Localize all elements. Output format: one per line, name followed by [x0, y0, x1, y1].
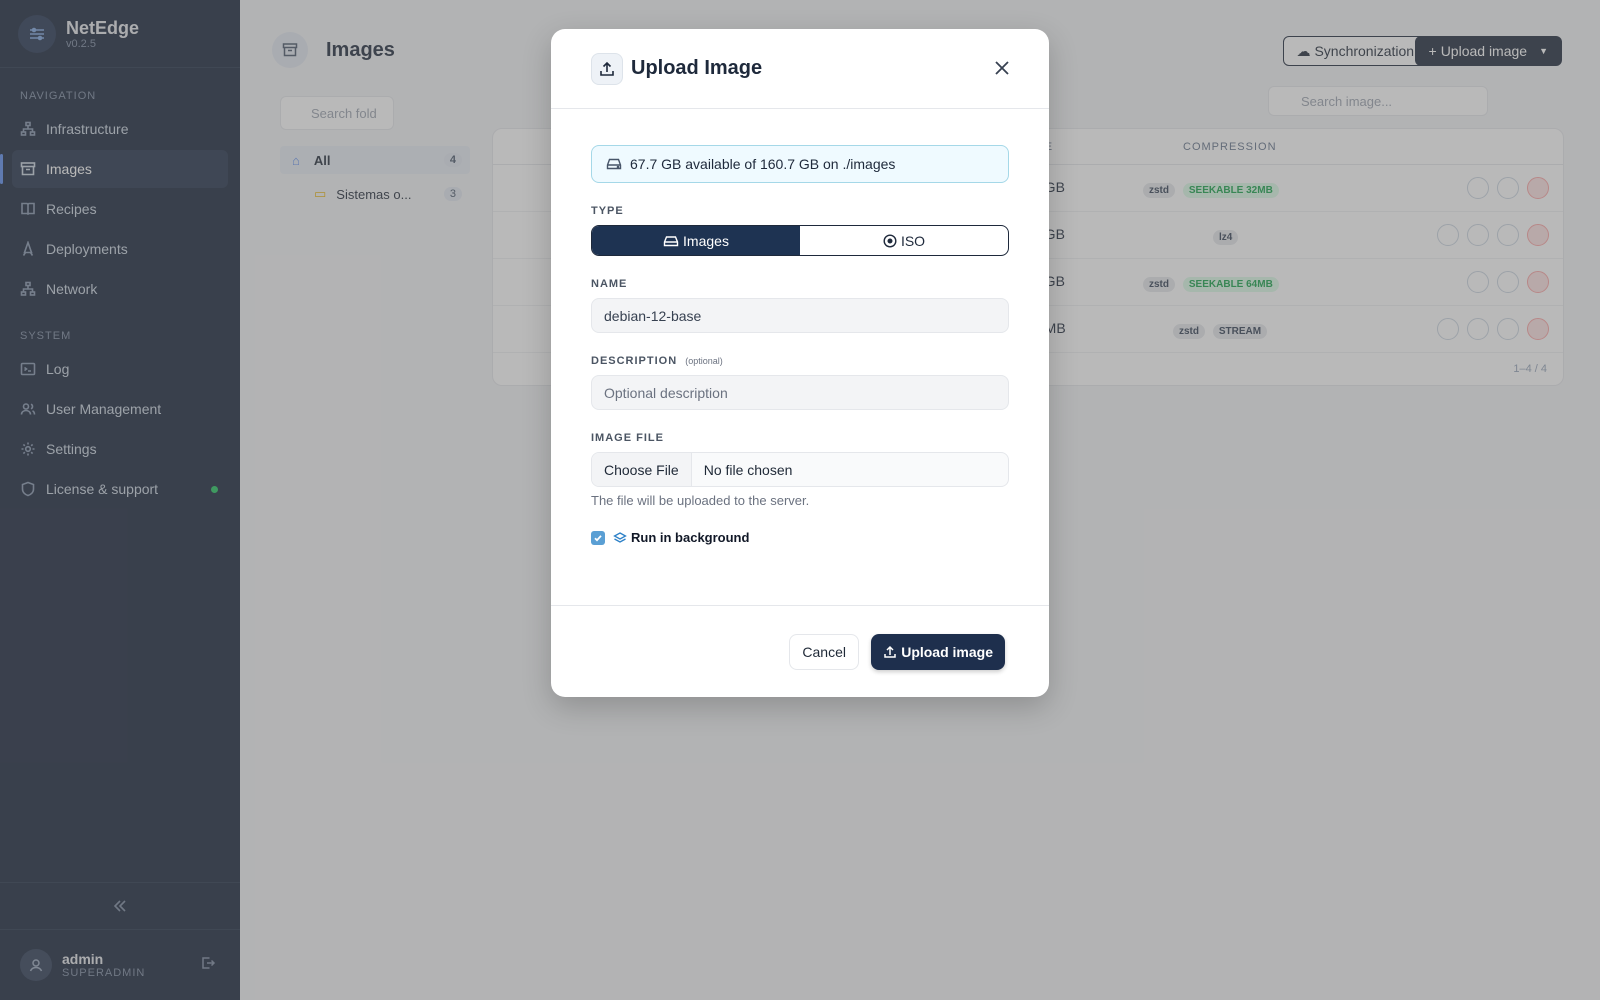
choose-file-button[interactable]: Choose File [592, 453, 692, 486]
type-segmented-control: Images ISO [591, 225, 1009, 256]
cancel-button[interactable]: Cancel [789, 634, 859, 670]
name-label: NAME [591, 278, 628, 290]
optional-note: (optional) [685, 356, 723, 366]
type-label: TYPE [591, 205, 624, 217]
description-label-text: DESCRIPTION [591, 355, 678, 367]
submit-upload-button[interactable]: Upload image [871, 634, 1005, 670]
run-in-background-checkbox[interactable] [591, 530, 605, 545]
disc-icon [883, 233, 897, 248]
layers-icon [613, 531, 627, 543]
run-in-background-label: Run in background [631, 530, 750, 545]
run-in-background-row: Run in background [591, 530, 1009, 545]
type-option-label: ISO [900, 232, 926, 249]
file-status: No file chosen [703, 461, 793, 478]
image-file-label: IMAGE FILE [591, 432, 664, 444]
upload-image-modal: Upload Image 67.7 GB available of 160.7 … [551, 29, 1049, 697]
description-label: DESCRIPTION (optional) [591, 355, 1009, 367]
submit-upload-label: Upload image [901, 644, 993, 660]
type-option-label: Images [683, 232, 729, 249]
upload-icon [884, 645, 896, 658]
image-file-input[interactable]: Choose File No file chosen [591, 452, 1009, 487]
modal-title: Upload Image [631, 57, 763, 79]
modal-header: Upload Image [551, 29, 1049, 109]
hard-drive-icon [606, 158, 622, 170]
modal-footer: Cancel Upload image [551, 605, 1049, 697]
close-icon[interactable] [991, 57, 1013, 79]
hard-drive-icon [663, 235, 679, 246]
description-input[interactable] [591, 375, 1009, 410]
upload-icon [591, 52, 623, 85]
type-option-iso[interactable]: ISO [800, 226, 1008, 255]
file-hint: The file will be uploaded to the server. [591, 493, 810, 508]
modal-body: 67.7 GB available of 160.7 GB on ./image… [551, 109, 1049, 545]
type-option-images[interactable]: Images [592, 226, 800, 255]
storage-info-text: 67.7 GB available of 160.7 GB on ./image… [630, 156, 896, 172]
checkmark-icon [594, 534, 602, 542]
storage-info: 67.7 GB available of 160.7 GB on ./image… [591, 145, 1009, 183]
name-input[interactable] [591, 298, 1009, 333]
